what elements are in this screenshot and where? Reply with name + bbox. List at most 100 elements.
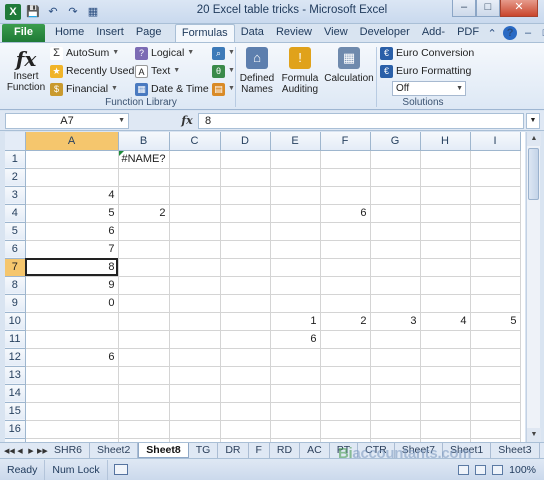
cell-b12[interactable]	[118, 348, 170, 367]
formula-auditing-button[interactable]: ! Formula Auditing	[280, 47, 320, 95]
cell-c2[interactable]	[169, 168, 221, 187]
row-header[interactable]: 9	[5, 294, 26, 313]
cell-f14[interactable]	[320, 384, 371, 403]
cell-i4[interactable]	[470, 204, 521, 223]
cell-h9[interactable]	[420, 294, 471, 313]
cell-d8[interactable]	[220, 276, 271, 295]
cell-b5[interactable]	[118, 222, 170, 241]
normal-view-icon[interactable]	[458, 464, 470, 475]
math-trig-button[interactable]: θ ▼	[212, 63, 235, 79]
tab-add-ins[interactable]: Add-Ins	[416, 24, 451, 55]
cell-a9[interactable]: 0	[25, 294, 119, 313]
row-header[interactable]: 8	[5, 276, 26, 295]
row-header[interactable]: 12	[5, 348, 26, 367]
row-header[interactable]: 3	[5, 186, 26, 205]
row-header[interactable]: 6	[5, 240, 26, 259]
cell-f4[interactable]: 6	[320, 204, 371, 223]
tab-pdf[interactable]: PDF	[451, 24, 485, 42]
sheet-tab-sheet2[interactable]: Sheet2	[90, 443, 139, 458]
cell-e15[interactable]	[270, 402, 321, 421]
cell-g4[interactable]	[370, 204, 421, 223]
date-time-button[interactable]: ▦ Date & Time ▼	[135, 81, 219, 97]
column-header-f[interactable]: F	[320, 132, 371, 151]
cell-b10[interactable]	[118, 312, 170, 331]
cell-b15[interactable]	[118, 402, 170, 421]
cell-f11[interactable]	[320, 330, 371, 349]
first-sheet-icon[interactable]: ◀◀	[4, 447, 15, 455]
cell-f1[interactable]	[320, 150, 371, 169]
cell-e5[interactable]	[270, 222, 321, 241]
row-header[interactable]: 5	[5, 222, 26, 241]
cell-f13[interactable]	[320, 366, 371, 385]
row-header[interactable]: 14	[5, 384, 26, 403]
cell-b14[interactable]	[118, 384, 170, 403]
cell-e9[interactable]	[270, 294, 321, 313]
cell-d13[interactable]	[220, 366, 271, 385]
cell-g12[interactable]	[370, 348, 421, 367]
cell-c7[interactable]	[169, 258, 221, 277]
cell-d12[interactable]	[220, 348, 271, 367]
cell-i14[interactable]	[470, 384, 521, 403]
cell-b1[interactable]: #NAME?	[118, 150, 170, 169]
minimize-ribbon-icon[interactable]: ⌃	[485, 27, 499, 40]
cell-h4[interactable]	[420, 204, 471, 223]
cell-b16[interactable]	[118, 420, 170, 439]
chevron-down-icon[interactable]: ▼	[118, 114, 125, 128]
row-header[interactable]: 1	[5, 150, 26, 169]
cell-f10[interactable]: 2	[320, 312, 371, 331]
sheet-tab-sheet3[interactable]: Sheet3	[491, 443, 540, 458]
prev-sheet-icon[interactable]: ◀	[15, 447, 25, 455]
expand-formula-bar-icon[interactable]: ▼	[526, 113, 540, 129]
cell-i5[interactable]	[470, 222, 521, 241]
cell-e1[interactable]	[270, 150, 321, 169]
cell-g6[interactable]	[370, 240, 421, 259]
workbook-restore-button[interactable]: □	[539, 27, 544, 39]
column-header-b[interactable]: B	[118, 132, 170, 151]
cell-c12[interactable]	[169, 348, 221, 367]
formula-input[interactable]: 8	[198, 113, 524, 129]
cell-i3[interactable]	[470, 186, 521, 205]
cell-b9[interactable]	[118, 294, 170, 313]
cell-e14[interactable]	[270, 384, 321, 403]
name-box[interactable]: A7 ▼	[5, 113, 129, 129]
cell-table[interactable]: A B C D E F G H I 1 #NAME? 2 3 4 4 5 2 6 5 6 6 7 7 8 8 9…	[5, 132, 521, 442]
sheet-tab-sheet8[interactable]: Sheet8	[138, 443, 189, 458]
cell-g11[interactable]	[370, 330, 421, 349]
cell-e10[interactable]: 1	[270, 312, 321, 331]
cell-i9[interactable]	[470, 294, 521, 313]
column-header-h[interactable]: H	[420, 132, 471, 151]
cell-e13[interactable]	[270, 366, 321, 385]
vertical-scrollbar[interactable]: ▲ ▼	[526, 132, 541, 442]
cell-c16[interactable]	[169, 420, 221, 439]
cell-c6[interactable]	[169, 240, 221, 259]
cell-a16[interactable]	[25, 420, 119, 439]
cell-a2[interactable]	[25, 168, 119, 187]
insert-function-fx-icon[interactable]: fx	[176, 113, 198, 129]
cell-d5[interactable]	[220, 222, 271, 241]
cell-c10[interactable]	[169, 312, 221, 331]
financial-button[interactable]: $ Financial ▼	[50, 81, 118, 97]
cell-g16[interactable]	[370, 420, 421, 439]
tab-formulas[interactable]: Formulas	[174, 24, 235, 42]
sheet-tab-tg[interactable]: TG	[189, 443, 219, 458]
insert-function-button[interactable]: fx Insert Function	[6, 47, 46, 93]
worksheet-grid[interactable]: A B C D E F G H I 1 #NAME? 2 3 4 4 5 2 6 5 6 6 7 7 8 8 9…	[5, 132, 525, 442]
cell-h10[interactable]: 4	[420, 312, 471, 331]
cell-g13[interactable]	[370, 366, 421, 385]
cell-d3[interactable]	[220, 186, 271, 205]
tab-insert[interactable]: Insert	[90, 24, 130, 42]
cell-f16[interactable]	[320, 420, 371, 439]
cell-d7[interactable]	[220, 258, 271, 277]
calculation-button[interactable]: ▦ Calculation	[324, 47, 374, 84]
cell-e3[interactable]	[270, 186, 321, 205]
cell-e4[interactable]	[270, 204, 321, 223]
cell-a3[interactable]: 4	[25, 186, 119, 205]
cell-a12[interactable]: 6	[25, 348, 119, 367]
cell-h12[interactable]	[420, 348, 471, 367]
column-header-d[interactable]: D	[220, 132, 271, 151]
cell-f12[interactable]	[320, 348, 371, 367]
sheet-tab-dr[interactable]: DR	[218, 443, 249, 458]
cell-g9[interactable]	[370, 294, 421, 313]
row-header[interactable]: 11	[5, 330, 26, 349]
cell-h5[interactable]	[420, 222, 471, 241]
